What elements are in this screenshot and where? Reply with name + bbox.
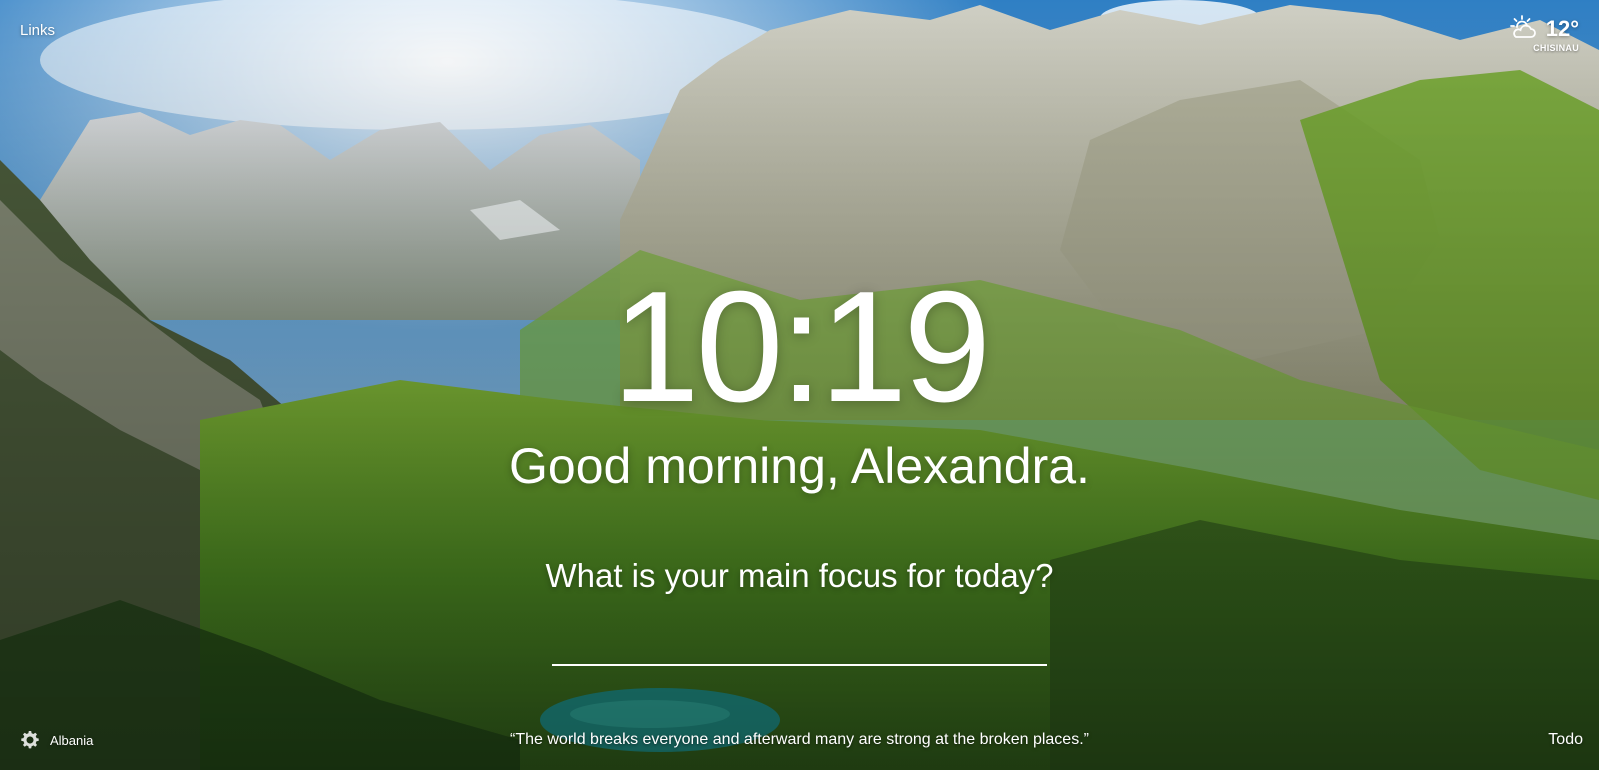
dashboard-overlay: Links 12° CHISINAU 10:19 Good morning, A…	[0, 0, 1599, 770]
clock-time: 10:19	[611, 259, 991, 435]
links-button[interactable]: Links	[20, 22, 55, 39]
weather-temperature: 12°	[1545, 16, 1579, 41]
focus-question: What is your main focus for today?	[545, 557, 1054, 594]
daily-quote: “The world breaks everyone and afterward…	[510, 731, 1089, 748]
new-tab-page: Links 12° CHISINAU 10:19 Good morning, A…	[0, 0, 1599, 770]
weather-location: CHISINAU	[1533, 43, 1579, 53]
partly-cloudy-sun-icon	[1510, 15, 1536, 38]
greeting-text: Good morning, Alexandra.	[509, 438, 1090, 494]
weather-widget[interactable]: 12° CHISINAU	[1501, 14, 1581, 58]
todo-button[interactable]: Todo	[1548, 731, 1583, 749]
focus-input[interactable]	[552, 620, 1047, 666]
